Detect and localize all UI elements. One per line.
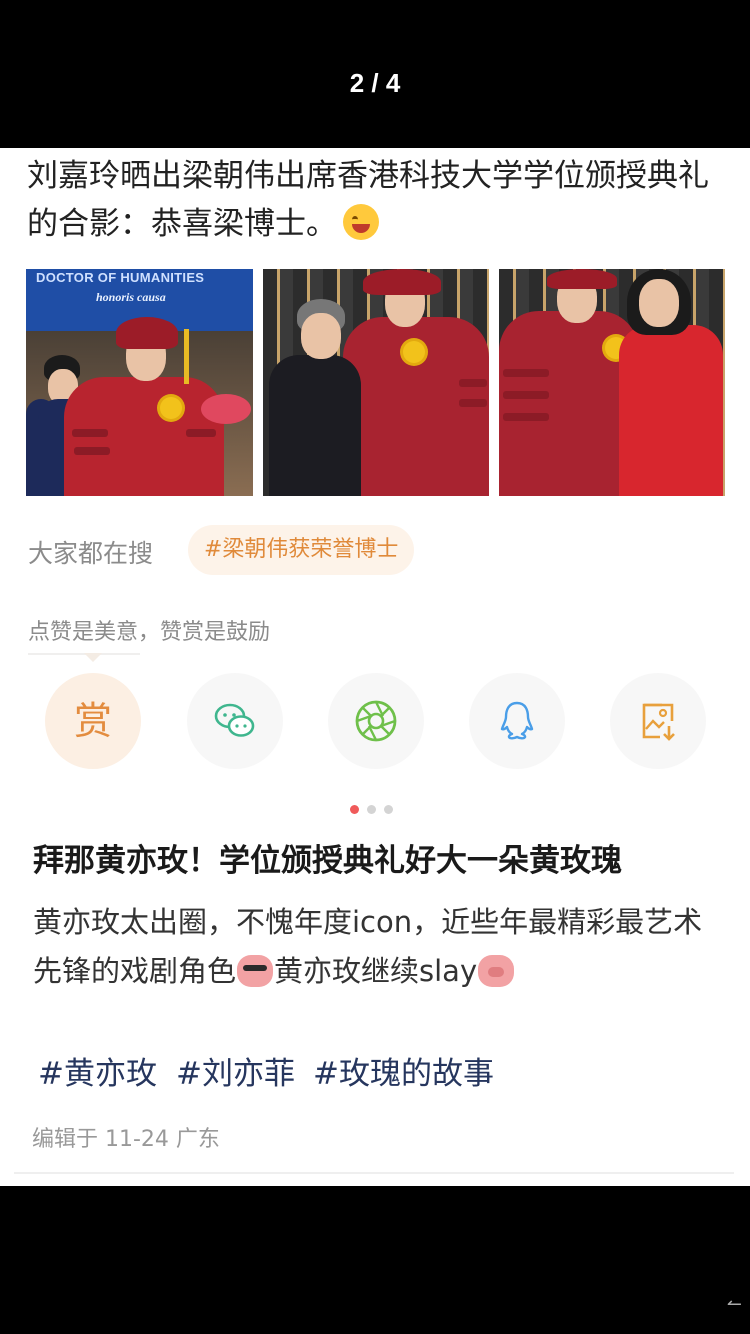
post-text: 刘嘉玲晒出梁朝伟出席香港科技大学学位颁授典礼的合影：恭喜梁博士。 xyxy=(27,152,727,248)
flower-bouquet xyxy=(201,394,251,424)
doctoral-cap xyxy=(116,317,178,349)
viewer-bottom-bar: ↼ xyxy=(0,1186,750,1334)
hint-caret xyxy=(84,653,102,662)
article-body: 黄亦玫太出圈，不愧年度icon，近些年最精彩最艺术先锋的戏剧角色 黄亦玫继续sla… xyxy=(33,898,723,996)
pager-dot-active xyxy=(350,805,359,814)
share-moments-button[interactable] xyxy=(328,673,424,769)
edit-info: 编辑于 11-24 广东 xyxy=(32,1127,220,1152)
gown-stripe xyxy=(459,379,487,387)
doctoral-cap xyxy=(363,269,441,295)
article-title: 拜那黄亦玫！学位颁授典礼好大一朵黄玫瑰 xyxy=(33,843,622,879)
article-body-text-2: 黄亦玫继续slay xyxy=(274,954,478,988)
gown-stripe xyxy=(503,413,549,421)
qq-icon xyxy=(500,701,534,740)
banner-title: DOCTOR OF HUMANITIES xyxy=(36,270,205,285)
reward-hint: 点赞是美意，赞赏是鼓励 xyxy=(28,620,271,645)
doctoral-cap xyxy=(547,269,617,289)
pager-dot xyxy=(384,805,393,814)
wechat-icon xyxy=(214,703,255,737)
tassel xyxy=(184,329,189,384)
pager-dots xyxy=(350,805,400,815)
trending-label: 大家都在搜 xyxy=(28,539,154,568)
photo-2[interactable] xyxy=(263,269,489,496)
gown-stripe xyxy=(74,447,110,455)
share-wechat-button[interactable] xyxy=(187,673,283,769)
laugh-emoji-icon xyxy=(343,204,379,240)
bottom-divider xyxy=(14,1172,734,1174)
save-image-icon xyxy=(642,703,675,741)
person-face xyxy=(301,313,341,359)
cool-sticker-icon xyxy=(237,955,274,987)
save-image-button[interactable] xyxy=(610,673,706,769)
gown-stripe xyxy=(72,429,108,437)
moments-icon xyxy=(355,700,397,742)
photo-3[interactable] xyxy=(499,269,725,496)
reward-button[interactable]: 赏 xyxy=(45,673,141,769)
topic-tag[interactable]: #黄亦玫 xyxy=(38,1048,157,1093)
red-suit xyxy=(619,325,723,496)
person-face xyxy=(639,279,679,327)
yellow-rose-icon xyxy=(403,341,425,363)
share-row: 赏 xyxy=(0,673,750,769)
share-qq-button[interactable] xyxy=(469,673,565,769)
gown-stripe xyxy=(186,429,216,437)
banner-subtitle: honoris causa xyxy=(96,290,166,304)
topic-tag[interactable]: #玫瑰的故事 xyxy=(313,1048,494,1093)
gown-stripe xyxy=(503,369,549,377)
gown-stripe xyxy=(459,399,487,407)
trending-search-row: 大家都在搜 #梁朝伟获荣誉博士 xyxy=(28,525,728,575)
photo-1[interactable]: DOCTOR OF HUMANITIES honoris causa xyxy=(26,269,253,496)
post-content: 刘嘉玲晒出梁朝伟出席香港科技大学学位颁授典礼的合影：恭喜梁博士。 DOCTOR … xyxy=(0,148,750,1186)
viewer-top-bar: 2 / 4 xyxy=(0,0,750,148)
gown-stripe xyxy=(503,391,549,399)
topic-tags: #黄亦玫 #刘亦菲 #玫瑰的故事 xyxy=(38,1048,738,1098)
pig-sticker-icon xyxy=(478,955,515,987)
pager-dot xyxy=(367,805,376,814)
topic-tag[interactable]: #刘亦菲 xyxy=(176,1048,295,1093)
black-outfit xyxy=(269,355,361,496)
yellow-rose-icon xyxy=(160,397,182,419)
photo-grid: DOCTOR OF HUMANITIES honoris causa xyxy=(26,269,725,496)
trending-hashtag-button[interactable]: #梁朝伟获荣誉博士 xyxy=(188,525,415,575)
page-counter: 2 / 4 xyxy=(349,68,401,98)
corner-icon: ↼ xyxy=(726,1294,742,1315)
reward-button-label: 赏 xyxy=(73,699,112,743)
